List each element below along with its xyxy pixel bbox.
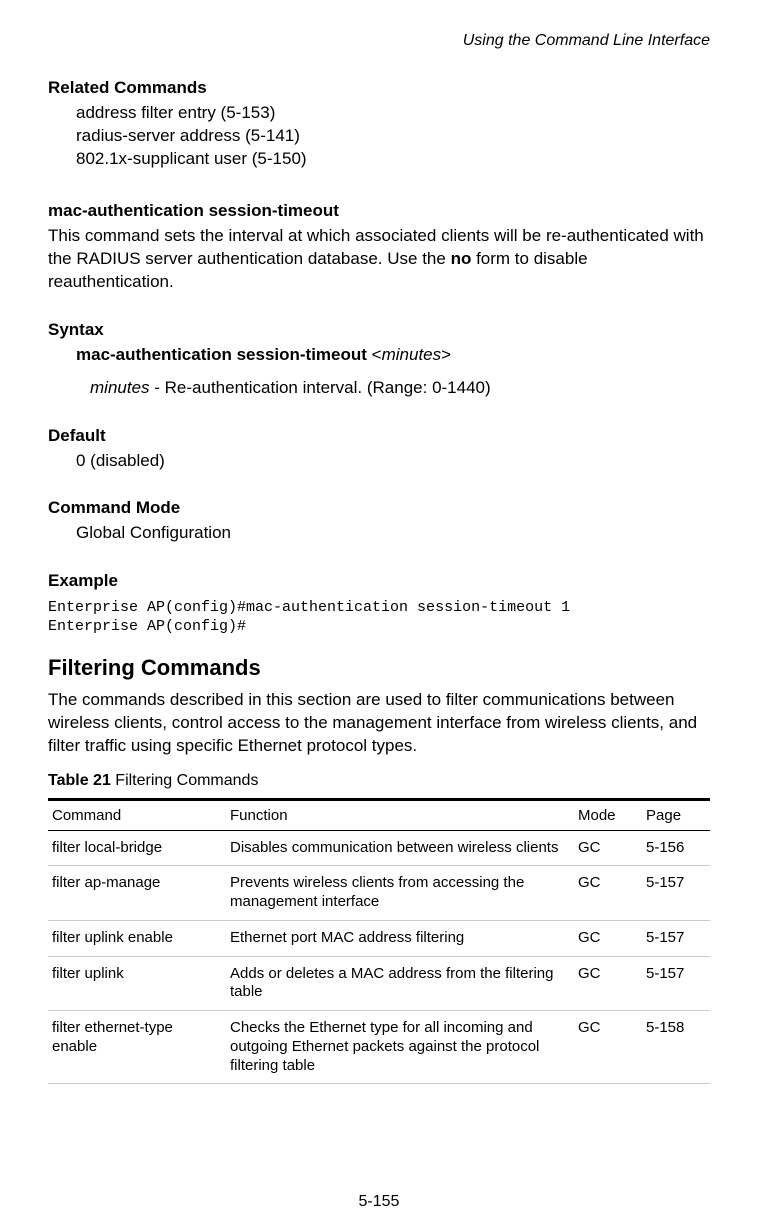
related-commands-heading: Related Commands: [48, 78, 710, 98]
col-header-page: Page: [642, 799, 710, 830]
syntax-arg-open: <: [367, 345, 382, 364]
command-mode-value: Global Configuration: [48, 522, 710, 545]
filtering-commands-desc: The commands described in this section a…: [48, 689, 710, 758]
col-header-command: Command: [48, 799, 226, 830]
page-header: Using the Command Line Interface: [48, 32, 710, 50]
table-row: filter local-bridge Disables communicati…: [48, 830, 710, 866]
cell-command: filter ap-manage: [48, 866, 226, 921]
table-row: filter ap-manage Prevents wireless clien…: [48, 866, 710, 921]
cell-function: Adds or deletes a MAC address from the f…: [226, 956, 574, 1011]
related-command-item: radius-server address (5-141): [76, 125, 710, 148]
cell-function: Prevents wireless clients from accessing…: [226, 866, 574, 921]
cell-mode: GC: [574, 830, 642, 866]
cell-page: 5-157: [642, 920, 710, 956]
table-row: filter ethernet-type enable Checks the E…: [48, 1011, 710, 1084]
cell-page: 5-157: [642, 956, 710, 1011]
default-value: 0 (disabled): [48, 450, 710, 473]
cell-mode: GC: [574, 956, 642, 1011]
cell-command: filter ethernet-type enable: [48, 1011, 226, 1084]
table-row: filter uplink enable Ethernet port MAC a…: [48, 920, 710, 956]
cell-mode: GC: [574, 920, 642, 956]
command-mode-heading: Command Mode: [48, 498, 710, 518]
cell-command: filter uplink enable: [48, 920, 226, 956]
related-command-item: 802.1x-supplicant user (5-150): [76, 148, 710, 171]
table-caption: Table 21 Filtering Commands: [48, 772, 710, 790]
cell-command: filter local-bridge: [48, 830, 226, 866]
cell-command: filter uplink: [48, 956, 226, 1011]
col-header-function: Function: [226, 799, 574, 830]
syntax-arg-close: >: [441, 345, 451, 364]
page-container: Using the Command Line Interface Related…: [0, 0, 758, 1229]
col-header-mode: Mode: [574, 799, 642, 830]
cell-page: 5-157: [642, 866, 710, 921]
example-heading: Example: [48, 571, 710, 591]
table-number: Table 21: [48, 772, 111, 789]
table-title: Filtering Commands: [111, 772, 259, 789]
mac-auth-desc-pre: This command sets the interval at which …: [48, 226, 704, 268]
default-heading: Default: [48, 426, 710, 446]
mac-auth-heading: mac-authentication session-timeout: [48, 201, 710, 221]
cell-mode: GC: [574, 1011, 642, 1084]
filtering-commands-table: Command Function Mode Page filter local-…: [48, 798, 710, 1085]
page-number: 5-155: [0, 1193, 758, 1211]
example-code-block: Enterprise AP(config)#mac-authentication…: [48, 599, 710, 637]
cell-function: Disables communication between wireless …: [226, 830, 574, 866]
related-commands-list: address filter entry (5-153) radius-serv…: [48, 102, 710, 171]
mac-auth-desc-bold: no: [451, 249, 472, 268]
table-row: filter uplink Adds or deletes a MAC addr…: [48, 956, 710, 1011]
related-command-item: address filter entry (5-153): [76, 102, 710, 125]
filtering-commands-heading: Filtering Commands: [48, 655, 710, 681]
table-header-row: Command Function Mode Page: [48, 799, 710, 830]
cell-page: 5-158: [642, 1011, 710, 1084]
syntax-arg-desc: minutes - Re-authentication interval. (R…: [48, 377, 710, 400]
cell-function: Ethernet port MAC address filtering: [226, 920, 574, 956]
minutes-label: minutes: [90, 378, 150, 397]
minutes-desc: - Re-authentication interval. (Range: 0-…: [150, 378, 491, 397]
mac-auth-description: This command sets the interval at which …: [48, 225, 710, 294]
syntax-heading: Syntax: [48, 320, 710, 340]
syntax-command: mac-authentication session-timeout: [76, 345, 367, 364]
syntax-line: mac-authentication session-timeout <minu…: [48, 344, 710, 367]
cell-page: 5-156: [642, 830, 710, 866]
cell-function: Checks the Ethernet type for all incomin…: [226, 1011, 574, 1084]
cell-mode: GC: [574, 866, 642, 921]
syntax-arg: minutes: [382, 345, 442, 364]
